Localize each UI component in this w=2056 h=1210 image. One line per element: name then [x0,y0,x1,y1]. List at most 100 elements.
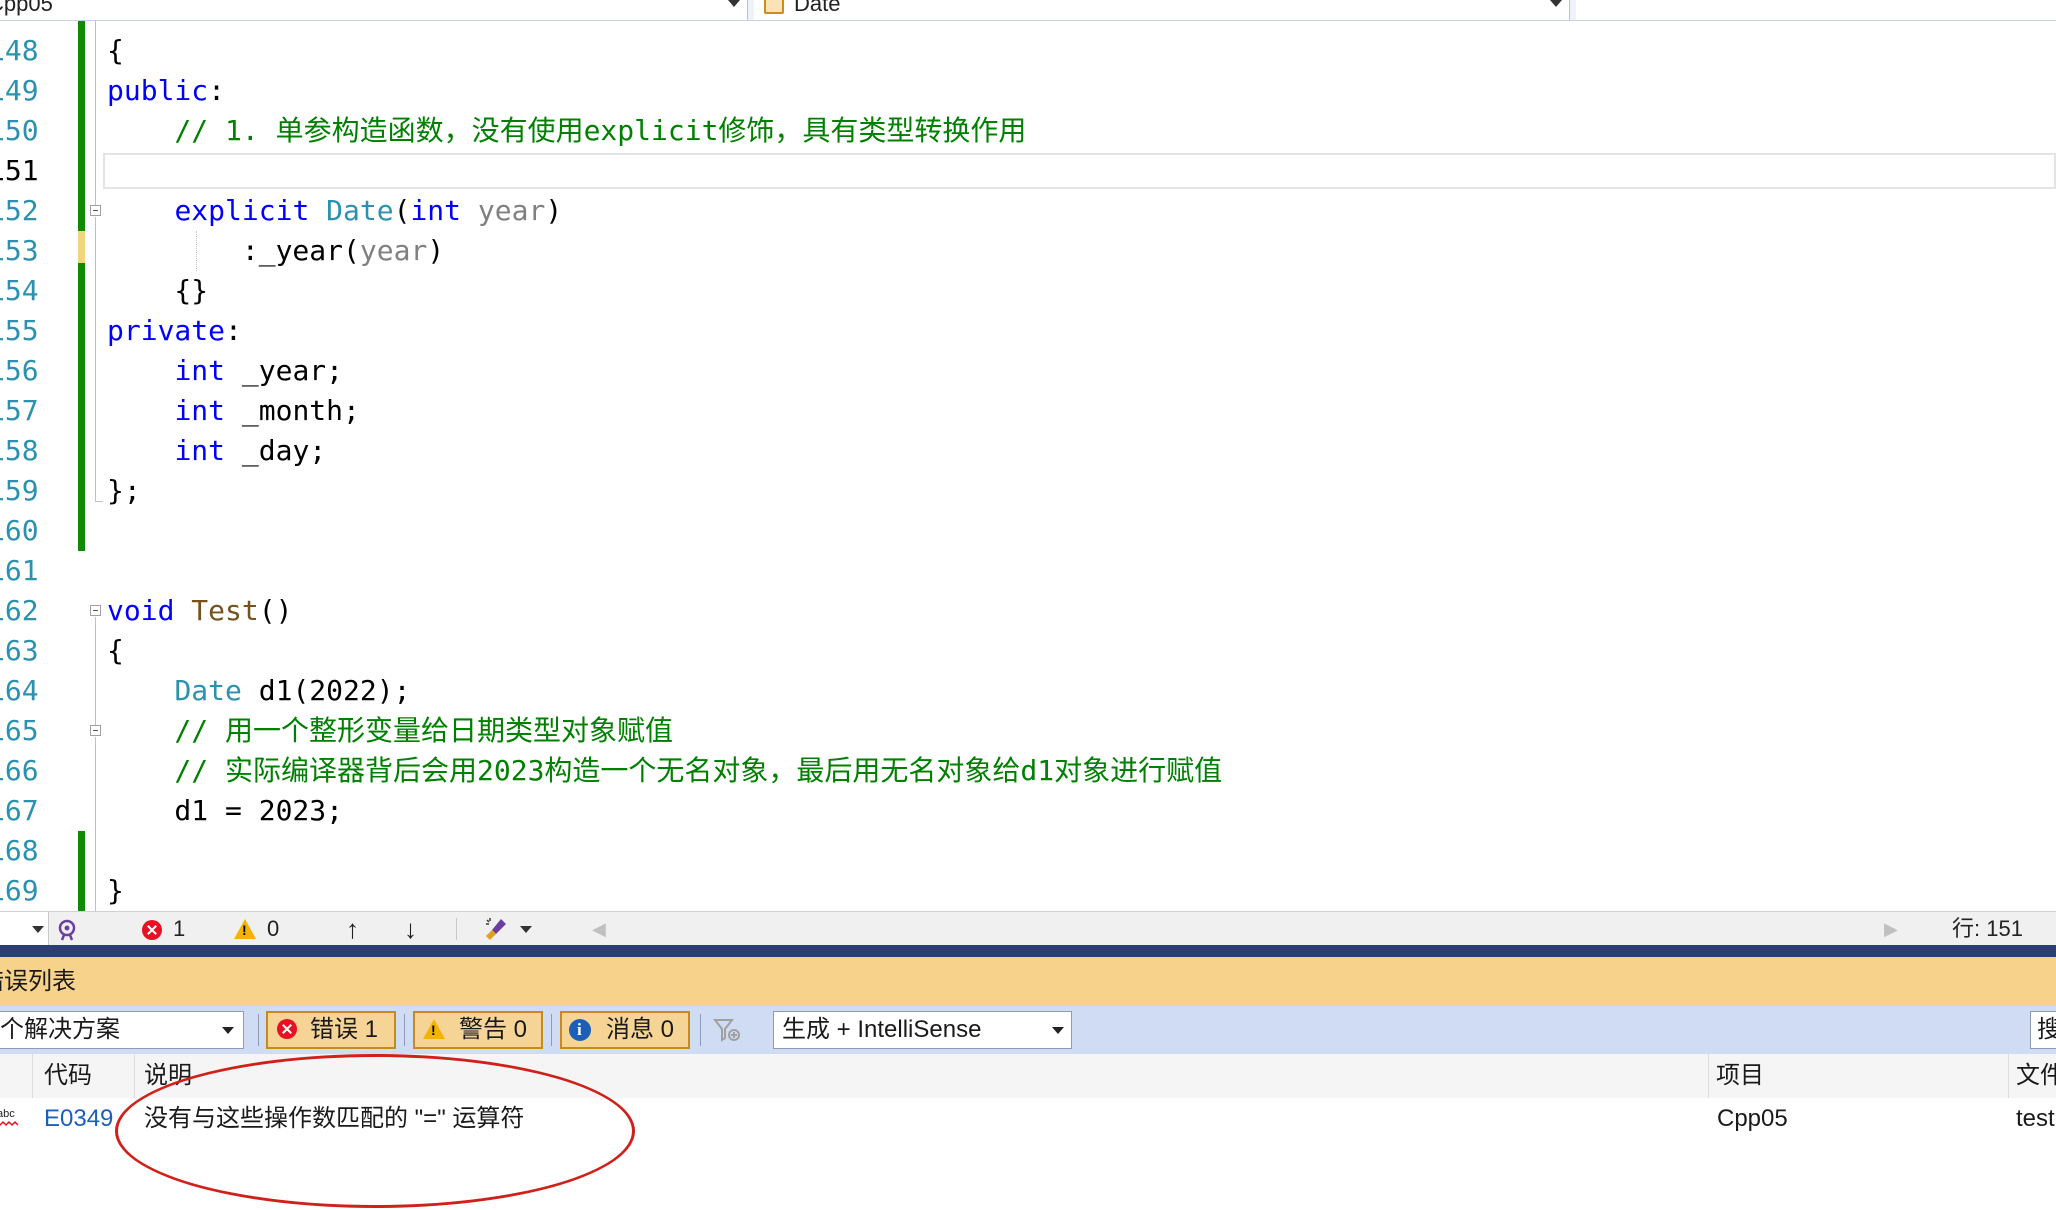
column-separator[interactable] [32,1054,33,1098]
error-file: test [2016,1105,2055,1132]
code-line[interactable]: 156 int _year; [0,351,2056,391]
project-dropdown-value: Cpp05 [0,0,53,16]
separator [456,918,457,940]
column-separator[interactable] [2008,1054,2009,1098]
line-number: 168 [0,834,39,867]
scroll-left-icon[interactable]: ◀ [592,912,606,946]
code-token: : [225,314,242,347]
column-header-project[interactable]: 项目 [1716,1054,1764,1098]
code-token: } [107,874,124,907]
warning-count[interactable]: 0 [267,912,279,946]
code-line[interactable]: 169} [0,871,2056,911]
scope-dropdown[interactable]: Date [754,0,1570,20]
warning-icon [234,919,256,939]
code-editor[interactable]: 148{149public:150 // 1. 单参构造函数，没有使用expli… [0,21,2056,911]
arrow-up-icon[interactable]: ↑ [346,912,359,946]
search-error-list-input[interactable]: 搜 [2030,1011,2056,1049]
code-line[interactable]: 157 int _month; [0,391,2056,431]
column-header-code[interactable]: 代码 [44,1054,92,1098]
code-line[interactable]: 166 // 实际编译器背后会用2023构造一个无名对象，最后用无名对象给d1对… [0,751,2056,791]
zoom-dropdown[interactable] [0,912,49,946]
line-number: 165 [0,714,39,747]
scope-filter-value: 整个解决方案 [0,1016,120,1043]
code-text: private: [107,311,242,351]
code-line[interactable]: 149 public: [0,71,2056,111]
spell-check-icon: abc [0,1106,22,1128]
code-line[interactable]: 168 [0,831,2056,871]
code-token: void [107,594,175,627]
line-number: 150 [0,114,39,147]
cleanup-brush-icon[interactable] [484,916,510,942]
code-text: explicit Date(int year) [107,191,562,231]
line-number: 161 [0,554,39,587]
code-token: ( [393,194,411,227]
code-line[interactable]: 158 int _day; [0,431,2056,471]
scroll-right-icon[interactable]: ▶ [1884,912,1898,946]
code-token: int [410,194,462,227]
code-text: int _month; [107,391,360,431]
code-line[interactable]: 148 { [0,31,2056,71]
separator [700,1014,701,1046]
errors-filter-button[interactable]: 错误 1 [266,1011,396,1049]
code-token: d1 = 2023; [107,794,344,827]
scope-filter-dropdown[interactable]: 整个解决方案 [0,1011,244,1049]
code-line[interactable]: 161 [0,551,2056,591]
separator [551,1014,552,1046]
code-text: {} [107,271,208,311]
project-dropdown[interactable]: Cpp05 [0,0,748,20]
column-separator[interactable] [1708,1054,1709,1098]
class-icon [764,0,784,14]
member-dropdown[interactable] [1576,0,2056,20]
code-line[interactable]: 151 [0,151,2056,191]
info-icon [569,1019,591,1041]
messages-filter-label: 消息 0 [606,1016,675,1043]
code-token: // 用一个整形变量给日期类型对象赋值 [107,714,674,747]
filter-icon[interactable] [712,1016,742,1046]
search-stub-label: 搜 [2037,1016,2056,1043]
code-line[interactable]: 164 Date d1(2022); [0,671,2056,711]
code-token: // 1. 单参构造函数，没有使用explicit修饰，具有类型转换作用 [107,114,1027,147]
line-number: 156 [0,354,39,387]
chevron-down-icon[interactable] [520,926,532,933]
chevron-down-icon [1550,0,1562,7]
code-token: ) [545,194,563,227]
messages-filter-button[interactable]: 消息 0 [560,1011,690,1049]
error-project: Cpp05 [1717,1105,1788,1132]
code-line[interactable]: 160 [0,511,2056,551]
code-text: } [107,871,124,911]
line-number: 163 [0,634,39,667]
panel-divider [0,945,2056,957]
code-line[interactable]: 163 { [0,631,2056,671]
code-token: private [107,314,226,347]
error-code-link[interactable]: E0349 [44,1098,113,1140]
intellisense-icon[interactable] [56,918,80,941]
code-line[interactable]: 162 void Test() [0,591,2056,631]
arrow-down-icon[interactable]: ↓ [404,912,417,946]
code-line[interactable]: 159}; [0,471,2056,511]
column-separator[interactable] [134,1054,135,1098]
code-line[interactable]: 153 :_year(year) [0,231,2056,271]
code-line[interactable]: 154 {} [0,271,2056,311]
warning-icon [423,1019,445,1039]
separator [404,1014,405,1046]
line-number: 166 [0,754,39,787]
code-line[interactable]: 155 private: [0,311,2056,351]
error-count[interactable]: 1 [173,912,185,946]
code-token: Date [174,674,242,707]
chevron-down-icon [222,1027,234,1034]
code-line[interactable]: 165 // 用一个整形变量给日期类型对象赋值 [0,711,2056,751]
warnings-filter-button[interactable]: 警告 0 [413,1011,543,1049]
code-text: { [107,31,124,71]
build-filter-dropdown[interactable]: 生成 + IntelliSense [773,1011,1072,1049]
code-token: _month; [225,394,360,427]
warnings-filter-label: 警告 0 [459,1016,528,1043]
column-header-file[interactable]: 文件 [2016,1054,2056,1098]
code-line[interactable]: 167 d1 = 2023; [0,791,2056,831]
code-token: explicit [174,194,310,227]
code-line[interactable]: 152 explicit Date(int year) [0,191,2056,231]
code-line[interactable]: 150 // 1. 单参构造函数，没有使用explicit修饰，具有类型转换作用 [0,111,2056,151]
line-number: 164 [0,674,39,707]
